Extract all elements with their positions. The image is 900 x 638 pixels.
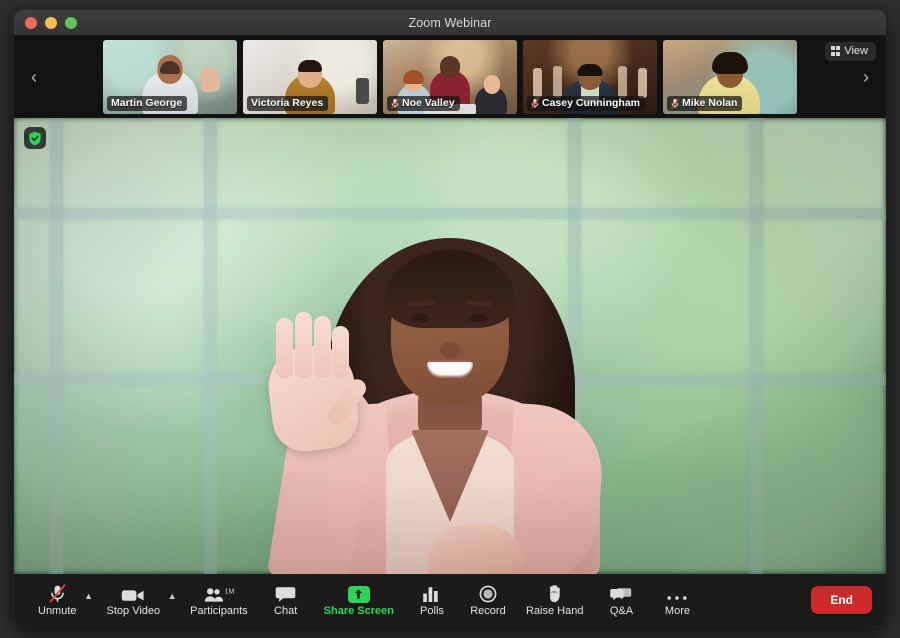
thumbnail-casey-cunningham[interactable]: Casey Cunningham (523, 40, 657, 114)
unmute-label: Unmute (38, 606, 77, 617)
chat-button[interactable]: Chat (258, 584, 314, 617)
active-speaker-video[interactable] (14, 118, 886, 574)
grid-icon (831, 46, 840, 55)
thumbnail-name-chip: Noe Valley (387, 96, 460, 111)
svg-text:1M: 1M (224, 588, 233, 595)
thumbnail-name-label: Noe Valley (402, 97, 455, 109)
filmstrip-prev-icon[interactable]: ‹ (22, 68, 46, 86)
thumbnail-name-chip: Martin George (107, 96, 187, 111)
thumbnail-name-chip: Victoria Reyes (247, 96, 328, 111)
view-button[interactable]: View (825, 42, 876, 61)
thumbnail-name-label: Victoria Reyes (251, 97, 323, 109)
thumbnail-name-label: Martin George (111, 97, 182, 109)
speaker-figure (14, 118, 886, 574)
record-button[interactable]: Record (460, 584, 516, 617)
microphone-muted-icon (49, 584, 66, 603)
record-circle-icon (479, 584, 497, 603)
raise-hand-button[interactable]: Raise Hand (516, 584, 593, 617)
ellipsis-icon (666, 584, 688, 603)
polls-label: Polls (420, 606, 444, 617)
stop-video-button[interactable]: Stop Video (97, 584, 171, 617)
qa-button[interactable]: Q&A (593, 584, 649, 617)
desktop-background: Zoom Webinar ‹ Martin George (0, 0, 900, 638)
muted-mic-icon (671, 98, 679, 109)
window-titlebar: Zoom Webinar (14, 10, 886, 36)
more-button[interactable]: More (649, 584, 705, 617)
qa-bubbles-icon (610, 584, 632, 603)
thumbnail-name-chip: Casey Cunningham (527, 96, 645, 111)
thumbnail-name-label: Casey Cunningham (542, 97, 640, 109)
more-label: More (665, 606, 690, 617)
speaker-nose (440, 342, 460, 358)
share-screen-button[interactable]: Share Screen (314, 584, 404, 617)
thumbnail-name-label: Mike Nolan (682, 97, 737, 109)
close-button[interactable] (25, 17, 37, 29)
participant-filmstrip: ‹ Martin George (14, 36, 886, 118)
share-screen-icon (348, 584, 370, 603)
raise-hand-label: Raise Hand (526, 606, 583, 617)
view-button-label: View (844, 45, 868, 57)
speaker-mouth (427, 360, 473, 378)
thumbnail-list: Martin George Victoria Reyes (46, 40, 854, 114)
maximize-button[interactable] (65, 17, 77, 29)
window-controls (14, 17, 77, 29)
participants-button[interactable]: 1M Participants (180, 584, 257, 617)
muted-mic-icon (391, 98, 399, 109)
window-title: Zoom Webinar (14, 16, 886, 30)
filmstrip-next-icon[interactable]: › (854, 68, 878, 86)
muted-mic-icon (531, 98, 539, 109)
security-badge[interactable] (24, 127, 46, 149)
shield-check-icon (28, 131, 42, 146)
record-label: Record (470, 606, 505, 617)
thumbnail-noe-valley[interactable]: Noe Valley (383, 40, 517, 114)
participants-icon: 1M (204, 584, 234, 603)
qa-label: Q&A (610, 606, 633, 617)
thumbnail-name-chip: Mike Nolan (667, 96, 742, 111)
thumbnail-martin-george[interactable]: Martin George (103, 40, 237, 114)
share-screen-label: Share Screen (324, 606, 394, 617)
meeting-toolbar: Unmute ▲ Stop Video ▲ 1M Participants (14, 574, 886, 626)
participants-label: Participants (190, 606, 247, 617)
end-button[interactable]: End (811, 586, 872, 614)
unmute-button[interactable]: Unmute (28, 584, 87, 617)
thumbnail-victoria-reyes[interactable]: Victoria Reyes (243, 40, 377, 114)
video-camera-icon (121, 584, 145, 603)
toolbar-controls: Unmute ▲ Stop Video ▲ 1M Participants (28, 584, 811, 617)
stop-video-label: Stop Video (107, 606, 161, 617)
polls-button[interactable]: Polls (404, 584, 460, 617)
minimize-button[interactable] (45, 17, 57, 29)
polls-bar-icon (422, 584, 441, 603)
zoom-webinar-window: Zoom Webinar ‹ Martin George (14, 10, 886, 626)
chat-bubble-icon (275, 584, 296, 603)
chat-label: Chat (274, 606, 297, 617)
thumbnail-mike-nolan[interactable]: Mike Nolan (663, 40, 797, 114)
raise-hand-icon (547, 584, 563, 603)
